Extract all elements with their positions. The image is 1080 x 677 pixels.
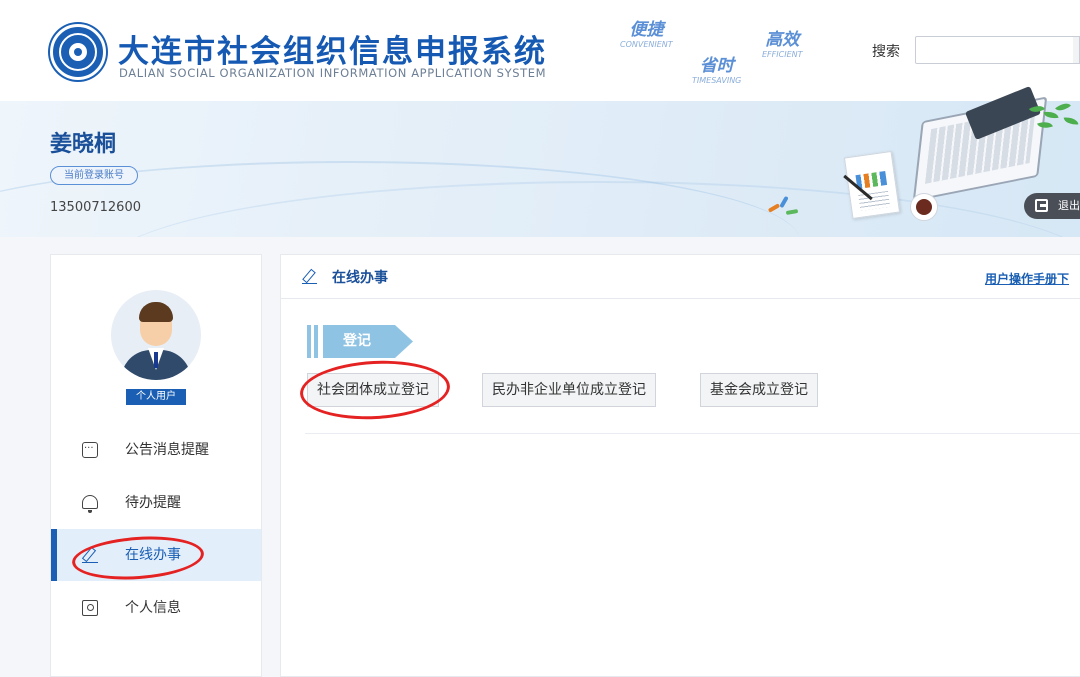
plant-leaves-icon [1010,99,1080,151]
foundation-registration-button[interactable]: 基金会成立登记 [700,373,818,407]
account-number: 13500712600 [50,200,141,215]
coffee-cup-icon [910,193,938,221]
main-panel [280,254,1080,677]
site-subtitle: DALIAN SOCIAL ORGANIZATION INFORMATION A… [119,66,547,80]
slogan-convenient: 便捷 CONVENIENT [620,20,673,49]
slogan-timesaving: 省时 TIMESAVING [692,56,742,85]
page-title: 在线办事 [332,270,388,286]
search-label: 搜索 [872,44,900,60]
sidebar-item-notices[interactable]: 公告消息提醒 [51,423,261,476]
message-icon [82,423,98,475]
social-group-registration-button[interactable]: 社会团体成立登记 [307,373,439,407]
user-manual-download-link[interactable]: 用户操作手册下 [985,270,1069,287]
sidebar-item-todo[interactable]: 待办提醒 [51,477,261,529]
logout-icon [1035,199,1048,212]
search-button[interactable] [1073,36,1080,64]
account-tag: 当前登录账号 [50,166,138,185]
edit-icon [82,547,98,563]
site-title: 大连市社会组织信息申报系统 [118,34,547,70]
user-name: 姜晓桐 [50,132,117,157]
search-input[interactable] [915,36,1075,64]
sidebar-item-label: 待办提醒 [125,495,181,511]
sidebar-item-label: 在线办事 [125,547,181,563]
section-label: 登记 [323,325,413,358]
private-non-enterprise-registration-button[interactable]: 民办非企业单位成立登记 [482,373,656,407]
sidebar-item-label: 个人信息 [125,600,181,616]
logo-seal-icon [50,24,106,80]
logout-button[interactable]: 退出 [1024,193,1080,219]
main-panel-header [280,254,1080,299]
user-card-icon [82,600,98,616]
divider [305,433,1080,434]
slogan-efficient: 高效 EFFICIENT [762,30,803,59]
sidebar-item-online-services[interactable]: 在线办事 [51,529,261,581]
sidebar-item-label: 公告消息提醒 [125,442,209,458]
user-type-badge: 个人用户 [126,389,186,405]
edit-icon [302,269,317,284]
bell-icon [82,495,98,513]
sidebar-item-personal-info[interactable]: 个人信息 [51,582,261,634]
avatar [111,290,201,380]
